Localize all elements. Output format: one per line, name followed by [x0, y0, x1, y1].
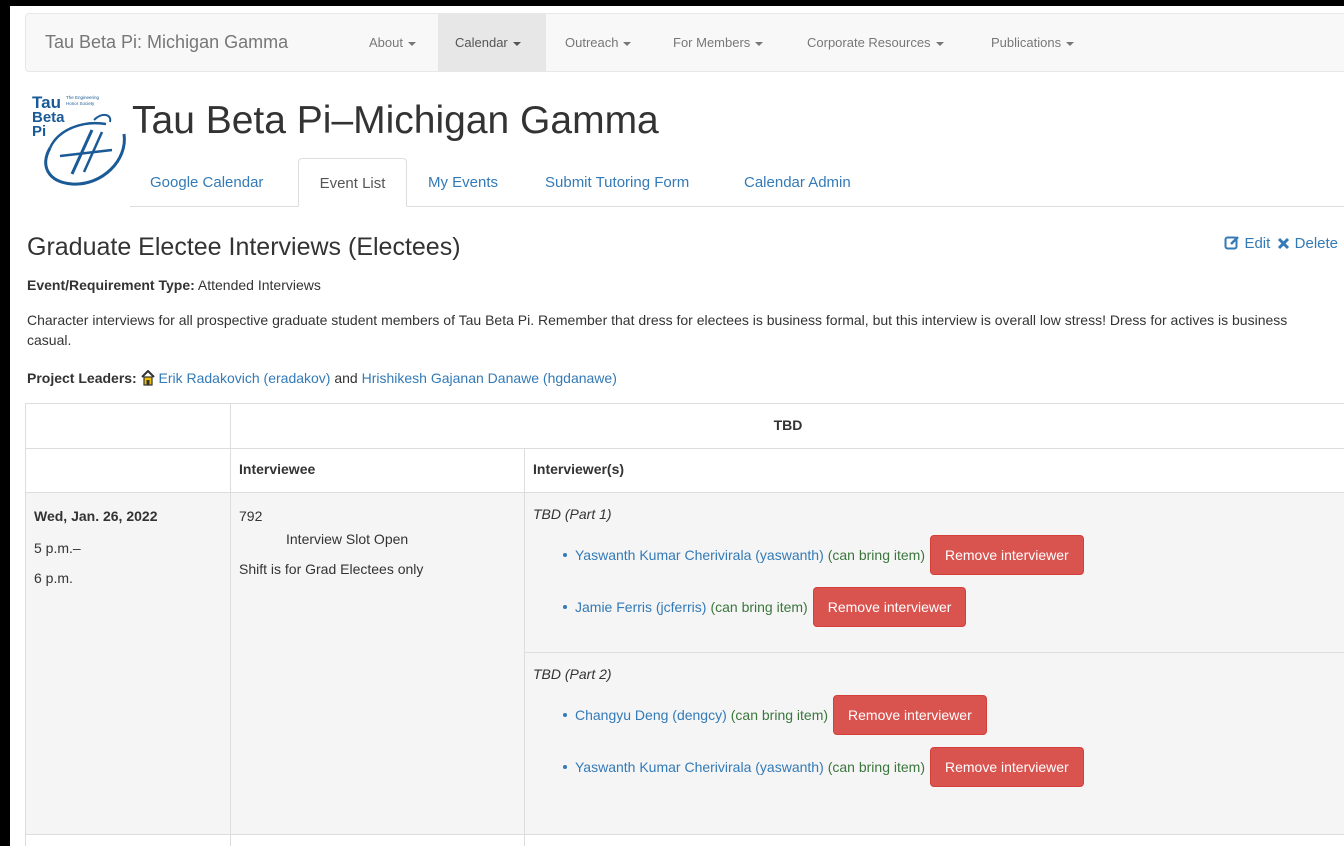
interviewer-link[interactable]: Yaswanth Kumar Cherivirala (yaswanth)	[575, 547, 824, 563]
slot-number: 792	[239, 508, 263, 524]
next-row-cell	[25, 834, 231, 846]
interview-table: TBD Interviewee Interviewer(s) Wed, Jan.…	[25, 403, 1344, 846]
navbar-brand[interactable]: Tau Beta Pi: Michigan Gamma	[45, 14, 288, 71]
table-header-empty	[25, 448, 231, 493]
part-label: TBD (Part 2)	[533, 666, 612, 682]
leader-link[interactable]: Hrishikesh Gajanan Danawe (hgdanawe)	[362, 370, 617, 386]
top-navbar: Tau Beta Pi: Michigan Gamma About Calend…	[25, 13, 1344, 72]
browser-viewport: Tau Beta Pi: Michigan Gamma About Calend…	[10, 6, 1344, 846]
interviewer-link[interactable]: Changyu Deng (dengcy)	[575, 707, 727, 723]
tau-beta-pi-logo: Tau Beta Pi The Engineering Honor Societ…	[32, 93, 126, 186]
next-row-cell	[524, 834, 1344, 846]
next-row-cell	[230, 834, 525, 846]
list-item: Changyu Deng (dengcy) (can bring item) R…	[563, 695, 1337, 735]
part-label: TBD (Part 1)	[533, 506, 612, 522]
site-title: Tau Beta Pi–Michigan Gamma	[132, 99, 659, 142]
tab-submit-tutoring-form[interactable]: Submit Tutoring Form	[530, 158, 704, 207]
interviewer-link[interactable]: Jamie Ferris (jcferris)	[575, 599, 706, 615]
table-row: Wed, Jan. 26, 2022 5 p.m.– 6 p.m. 792 In…	[25, 492, 1344, 835]
interviewee-cell: 792 Interview Slot Open Shift is for Gra…	[230, 492, 525, 835]
list-item: Jamie Ferris (jcferris) (can bring item)…	[563, 587, 1337, 627]
svg-text:Pi: Pi	[32, 123, 46, 140]
bullet-icon	[563, 765, 567, 769]
interviewer-part-2: TBD (Part 2) Changyu Deng (dengcy) (can …	[524, 652, 1344, 835]
caret-down-icon	[1066, 41, 1075, 46]
svg-text:Honor Society: Honor Society	[66, 101, 95, 106]
can-bring-item-note: (can bring item)	[827, 759, 925, 775]
nav-calendar[interactable]: Calendar	[438, 14, 546, 71]
bullet-icon	[563, 553, 567, 557]
interviewer-part-1: TBD (Part 1) Yaswanth Kumar Cherivirala …	[524, 492, 1344, 653]
remove-interviewer-button[interactable]: Remove interviewer	[930, 747, 1084, 787]
table-row	[25, 834, 1344, 846]
slot-status: Interview Slot Open	[286, 531, 409, 547]
bullet-icon	[563, 605, 567, 609]
can-bring-item-note: (can bring item)	[710, 599, 808, 615]
remove-interviewer-button[interactable]: Remove interviewer	[930, 535, 1084, 575]
event-description: Character interviews for all prospective…	[27, 312, 1288, 348]
nav-outreach[interactable]: Outreach	[550, 14, 650, 71]
list-item: Yaswanth Kumar Cherivirala (yaswanth) (c…	[563, 747, 1337, 787]
interviewer-link[interactable]: Yaswanth Kumar Cherivirala (yaswanth)	[575, 759, 824, 775]
tab-event-list[interactable]: Event List	[298, 158, 407, 207]
edit-icon	[1224, 236, 1240, 250]
slot-start-time: 5 p.m.–	[34, 540, 81, 556]
event-title: Graduate Electee Interviews (Electees)	[27, 233, 461, 261]
caret-down-icon	[512, 41, 521, 46]
close-icon	[1278, 237, 1290, 250]
nav-for-members[interactable]: For Members	[658, 14, 778, 71]
can-bring-item-note: (can bring item)	[730, 707, 829, 723]
nav-about[interactable]: About	[355, 14, 425, 71]
caret-down-icon	[407, 41, 416, 46]
tab-calendar-admin[interactable]: Calendar Admin	[729, 158, 866, 207]
slot-date: Wed, Jan. 26, 2022	[34, 508, 158, 524]
table-corner-cell	[25, 403, 231, 449]
remove-interviewer-button[interactable]: Remove interviewer	[812, 587, 967, 627]
tab-my-events[interactable]: My Events	[413, 158, 513, 207]
edit-link[interactable]: Edit	[1224, 234, 1270, 252]
remove-interviewer-button[interactable]: Remove interviewer	[833, 695, 987, 735]
can-bring-item-note: (can bring item)	[827, 547, 925, 563]
svg-text:The Engineering: The Engineering	[66, 95, 100, 100]
location-header: TBD	[230, 403, 1344, 449]
column-header-interviewers: Interviewer(s)	[524, 448, 1344, 493]
column-header-interviewee: Interviewee	[230, 448, 525, 493]
bullet-icon	[563, 713, 567, 717]
nav-corporate-resources[interactable]: Corporate Resources	[794, 14, 964, 71]
project-leaders: Project Leaders: Erik Radakovich (eradak…	[27, 369, 617, 386]
event-actions: Edit Delete	[1224, 234, 1338, 252]
slot-end-time: 6 p.m.	[34, 570, 73, 586]
tab-google-calendar[interactable]: Google Calendar	[135, 158, 278, 207]
caret-down-icon	[755, 41, 764, 46]
delete-link[interactable]: Delete	[1277, 235, 1338, 252]
caret-down-icon	[935, 41, 944, 46]
event-type: Event/Requirement Type: Attended Intervi…	[27, 277, 321, 293]
slot-time-cell: Wed, Jan. 26, 2022 5 p.m.– 6 p.m.	[25, 492, 231, 835]
leader-person-icon	[140, 369, 155, 386]
caret-down-icon	[623, 41, 632, 46]
leader-link[interactable]: Erik Radakovich (eradakov)	[159, 370, 331, 386]
nav-publications[interactable]: Publications	[980, 14, 1090, 71]
list-item: Yaswanth Kumar Cherivirala (yaswanth) (c…	[563, 535, 1337, 575]
slot-note: Shift is for Grad Electees only	[239, 561, 424, 577]
